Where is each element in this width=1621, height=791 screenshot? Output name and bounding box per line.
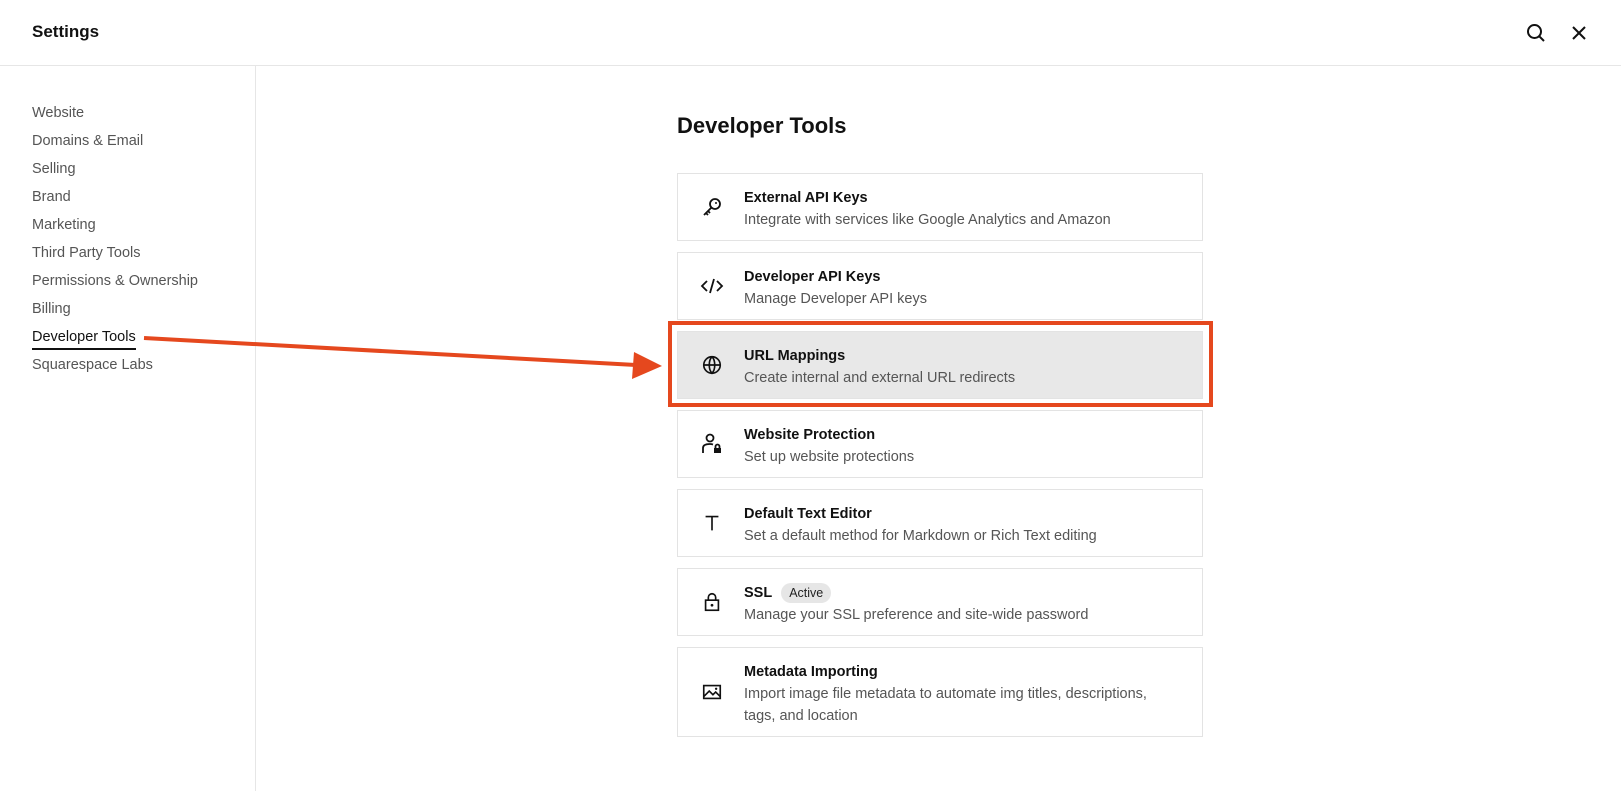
sidebar-item-third-party-tools[interactable]: Third Party Tools — [32, 243, 198, 271]
search-button[interactable] — [1523, 20, 1549, 46]
card-metadata-importing[interactable]: Metadata Importing Import image file met… — [677, 647, 1203, 737]
card-title: SSL Active — [744, 583, 1182, 603]
card-title: External API Keys — [744, 190, 868, 206]
card-title: Default Text Editor — [744, 506, 872, 522]
sidebar-item-label: Billing — [32, 301, 71, 317]
image-icon — [700, 680, 724, 704]
lock-icon — [700, 590, 724, 614]
sidebar-item-label: Marketing — [32, 217, 96, 233]
text-icon — [700, 511, 724, 535]
globe-icon — [700, 353, 724, 377]
card-default-text-editor[interactable]: Default Text Editor Set a default method… — [677, 489, 1203, 557]
status-badge: Active — [781, 583, 832, 603]
sidebar-item-domains-email[interactable]: Domains & Email — [32, 131, 198, 159]
sidebar-item-permissions-ownership[interactable]: Permissions & Ownership — [32, 271, 198, 299]
card-developer-api-keys[interactable]: Developer API Keys Manage Developer API … — [677, 252, 1203, 320]
card-website-protection[interactable]: Website Protection Set up website protec… — [677, 410, 1203, 478]
page-title: Settings — [32, 22, 100, 41]
card-title: Metadata Importing — [744, 664, 878, 680]
sidebar-item-label: Domains & Email — [32, 133, 144, 149]
card-ssl[interactable]: SSL Active Manage your SSL preference and… — [677, 568, 1203, 636]
developer-tools-list: External API Keys Integrate with service… — [677, 173, 1203, 748]
sidebar-item-label: Third Party Tools — [32, 245, 141, 261]
sidebar-item-label: Permissions & Ownership — [32, 273, 198, 289]
card-description: Create internal and external URL redirec… — [744, 370, 1016, 386]
card-title: Website Protection — [744, 427, 876, 443]
user-lock-icon — [700, 432, 724, 456]
card-description: Integrate with services like Google Anal… — [744, 212, 1111, 228]
close-icon — [1572, 26, 1586, 40]
card-description: Import image file metadata to automate i… — [744, 686, 1147, 724]
card-title: URL Mappings — [744, 348, 846, 364]
code-icon — [700, 274, 724, 298]
sidebar-item-selling[interactable]: Selling — [32, 159, 198, 187]
sidebar-nav: Website Domains & Email Selling Brand Ma… — [32, 103, 198, 383]
sidebar-item-label: Website — [32, 105, 85, 121]
card-external-api-keys[interactable]: External API Keys Integrate with service… — [677, 173, 1203, 241]
sidebar-item-billing[interactable]: Billing — [32, 299, 198, 327]
card-description: Set a default method for Markdown or Ric… — [744, 528, 1097, 544]
key-icon — [700, 195, 724, 219]
sidebar-item-developer-tools[interactable]: Developer Tools — [32, 327, 198, 355]
card-description: Set up website protections — [744, 449, 915, 465]
sidebar-item-label: Squarespace Labs — [32, 357, 153, 373]
card-url-mappings[interactable]: URL Mappings Create internal and externa… — [677, 331, 1203, 399]
settings-sidebar: Website Domains & Email Selling Brand Ma… — [0, 66, 256, 791]
sidebar-item-website[interactable]: Website — [32, 103, 198, 131]
sidebar-item-brand[interactable]: Brand — [32, 187, 198, 215]
settings-header: Settings — [0, 0, 1621, 66]
sidebar-item-marketing[interactable]: Marketing — [32, 215, 198, 243]
card-title: Developer API Keys — [744, 269, 881, 285]
section-title: Developer Tools — [677, 113, 847, 138]
sidebar-item-label: Selling — [32, 161, 76, 177]
close-button[interactable] — [1566, 20, 1592, 46]
search-icon — [1527, 24, 1545, 42]
sidebar-item-label: Developer Tools — [32, 327, 136, 350]
card-title-text: SSL — [744, 585, 773, 601]
sidebar-item-squarespace-labs[interactable]: Squarespace Labs — [32, 355, 198, 383]
sidebar-item-label: Brand — [32, 189, 71, 205]
card-description: Manage your SSL preference and site-wide… — [744, 607, 1089, 623]
card-description: Manage Developer API keys — [744, 291, 927, 307]
